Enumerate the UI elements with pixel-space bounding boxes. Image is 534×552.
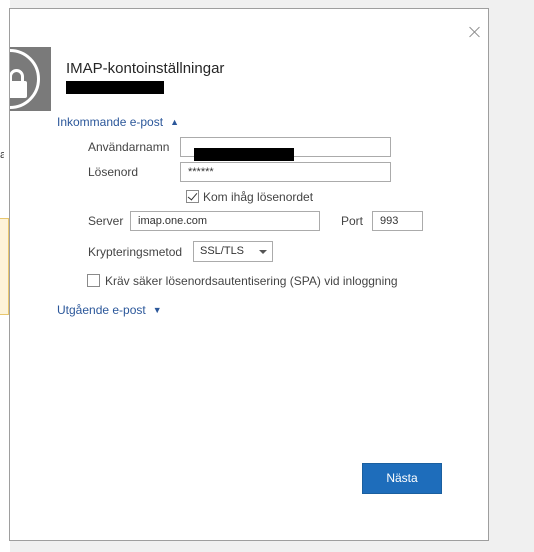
lock-icon <box>10 47 51 111</box>
remember-password-checkbox[interactable] <box>186 190 199 203</box>
chevron-down-icon: ▼ <box>152 305 162 315</box>
server-field[interactable]: imap.one.com <box>130 211 320 231</box>
encryption-method-label: Krypteringsmetod <box>88 245 183 259</box>
remember-password-label: Kom ihåg lösenordet <box>203 190 314 204</box>
port-label: Port <box>341 214 364 228</box>
incoming-mail-section-toggle[interactable]: Inkommande e-post ▲ <box>57 115 179 129</box>
chevron-up-icon: ▲ <box>170 117 179 127</box>
spa-label: Kräv säker lösenordsautentisering (SPA) … <box>105 274 398 288</box>
dialog-title: IMAP-kontoinställningar <box>66 60 225 77</box>
dropdown-arrow-icon <box>259 250 267 254</box>
password-field[interactable]: ****** <box>180 162 391 182</box>
outgoing-mail-section-toggle[interactable]: Utgående e-post ▼ <box>57 303 162 317</box>
spa-checkbox[interactable] <box>87 274 100 287</box>
encryption-method-value: SSL/TLS <box>200 245 245 257</box>
background-notice-bar <box>0 218 9 315</box>
redacted-username <box>194 148 294 161</box>
close-icon[interactable] <box>466 23 484 41</box>
next-button[interactable]: Nästa <box>362 463 442 494</box>
imap-settings-dialog: IMAP-kontoinställningar Inkommande e-pos… <box>9 8 489 541</box>
password-label: Lösenord <box>88 165 139 179</box>
username-label: Användarnamn <box>88 140 170 154</box>
background-text-fragment: a <box>0 149 4 159</box>
encryption-method-select[interactable]: SSL/TLS <box>193 241 273 262</box>
outgoing-mail-section-label: Utgående e-post <box>57 303 146 317</box>
server-label: Server <box>88 214 124 228</box>
port-field[interactable]: 993 <box>372 211 423 231</box>
redacted-email-address <box>66 81 164 94</box>
incoming-mail-section-label: Inkommande e-post <box>57 115 164 129</box>
